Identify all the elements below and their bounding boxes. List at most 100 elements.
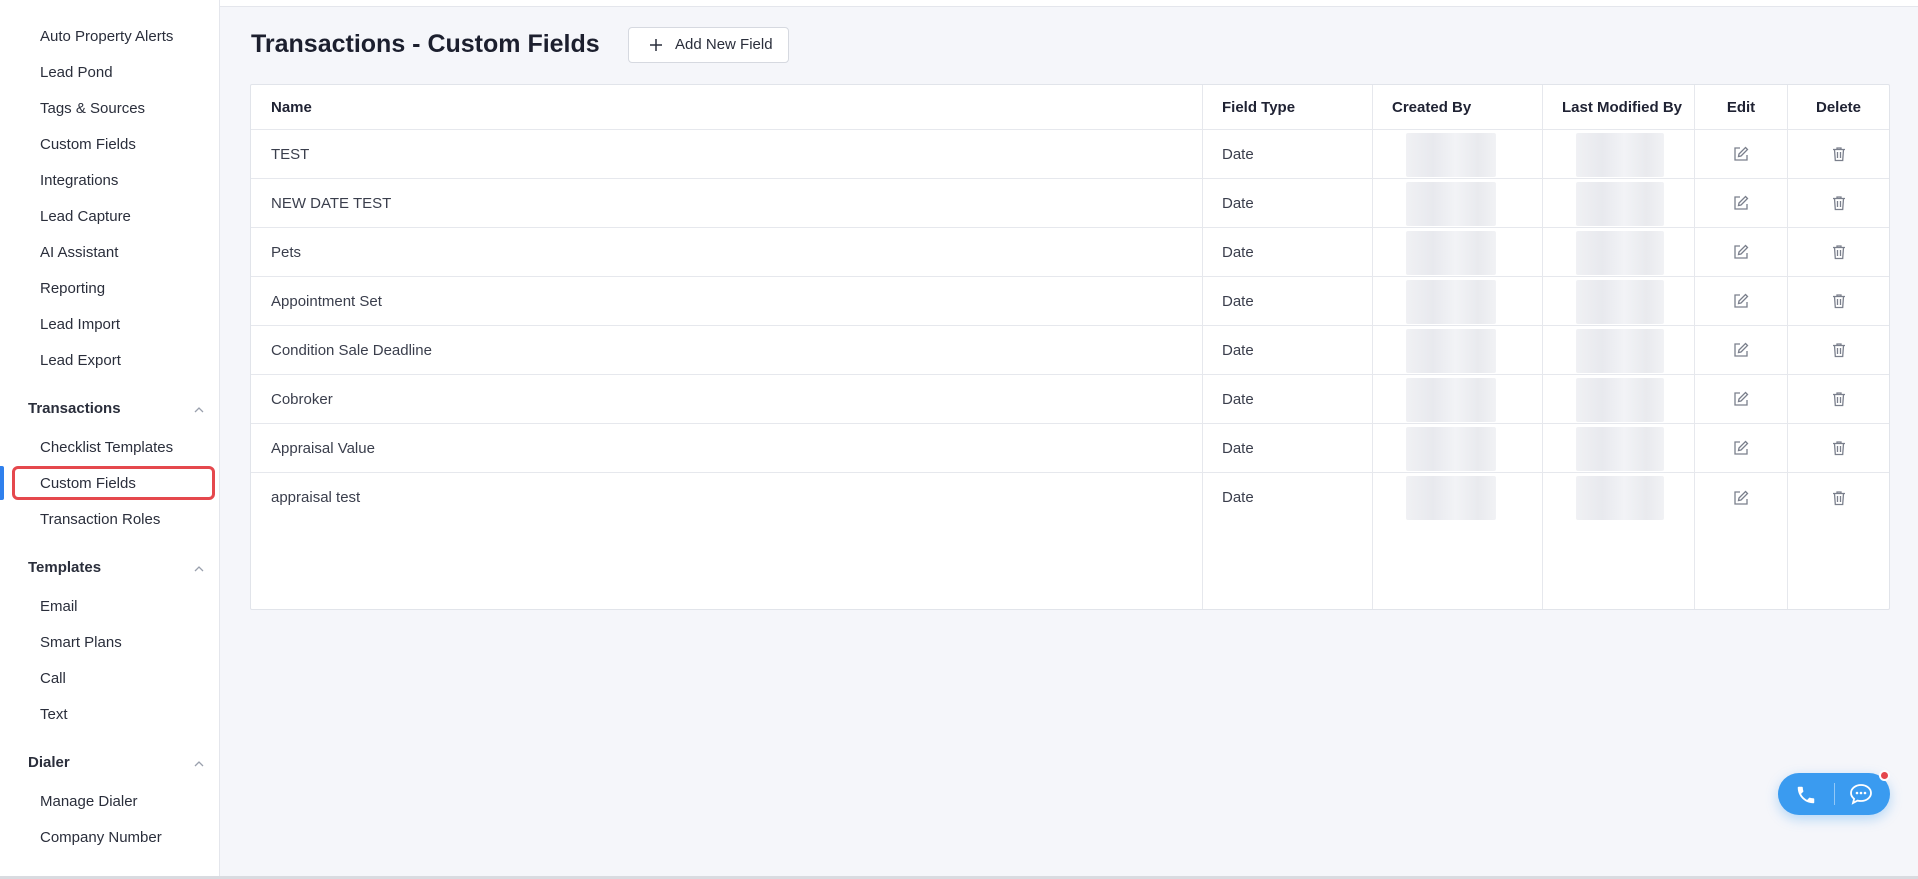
active-indicator [0, 466, 4, 500]
edit-icon[interactable] [1732, 292, 1750, 310]
table-row: Appraisal Value Date [251, 424, 1889, 473]
trash-icon[interactable] [1830, 243, 1848, 261]
sidebar-group-dialer[interactable]: Dialer [28, 750, 204, 776]
created-by-redacted [1406, 476, 1496, 520]
field-type: Date [1222, 390, 1254, 408]
modified-by-redacted [1576, 427, 1664, 471]
table-row: Cobroker Date [251, 375, 1889, 424]
sidebar-item-auto-property-alerts[interactable]: Auto Property Alerts [40, 24, 173, 50]
edit-cell [1695, 130, 1787, 178]
edit-icon[interactable] [1732, 145, 1750, 163]
trash-icon[interactable] [1830, 390, 1848, 408]
column-header-created-by[interactable]: Created By [1392, 85, 1471, 129]
modified-by-redacted [1576, 378, 1664, 422]
delete-cell [1788, 375, 1889, 423]
sidebar-group-title: Transactions [28, 400, 121, 417]
sidebar-item-call[interactable]: Call [40, 666, 66, 692]
created-by-redacted [1406, 280, 1496, 324]
sidebar-item-smart-plans[interactable]: Smart Plans [40, 630, 122, 656]
sidebar-group-title: Templates [28, 559, 102, 576]
trash-icon[interactable] [1830, 439, 1848, 457]
sidebar-group-title: Dialer [28, 754, 70, 771]
delete-cell [1788, 130, 1889, 178]
sidebar-item-lead-capture[interactable]: Lead Capture [40, 204, 131, 230]
trash-icon[interactable] [1830, 292, 1848, 310]
sidebar-item-checklist-templates[interactable]: Checklist Templates [40, 435, 173, 461]
sidebar-group-transactions[interactable]: Transactions [28, 396, 204, 422]
column-header-name[interactable]: Name [271, 85, 312, 129]
trash-icon[interactable] [1830, 145, 1848, 163]
sidebar-item-lead-pond[interactable]: Lead Pond [40, 60, 113, 86]
sidebar-item-transaction-roles[interactable]: Transaction Roles [40, 507, 160, 533]
field-type: Date [1222, 243, 1254, 261]
trash-icon[interactable] [1830, 341, 1848, 359]
settings-sidebar: Auto Property Alerts Lead Pond Tags & So… [0, 0, 220, 876]
sidebar-item-company-number[interactable]: Company Number [40, 825, 162, 851]
sidebar-item-lead-export[interactable]: Lead Export [40, 348, 121, 374]
sidebar-item-custom-fields[interactable]: Custom Fields [40, 132, 136, 158]
delete-cell [1788, 179, 1889, 227]
sidebar-item-lead-import[interactable]: Lead Import [40, 312, 120, 338]
edit-icon[interactable] [1732, 341, 1750, 359]
table-row: Pets Date [251, 228, 1889, 277]
created-by-redacted [1406, 378, 1496, 422]
edit-icon[interactable] [1732, 439, 1750, 457]
edit-cell [1695, 473, 1787, 522]
edit-cell [1695, 228, 1787, 276]
column-header-field-type[interactable]: Field Type [1222, 85, 1295, 129]
sidebar-item-ai-assistant[interactable]: AI Assistant [40, 240, 118, 266]
field-type: Date [1222, 341, 1254, 359]
field-name: Cobroker [271, 390, 333, 408]
chat-icon[interactable] [1849, 783, 1873, 805]
edit-icon[interactable] [1732, 390, 1750, 408]
delete-cell [1788, 424, 1889, 472]
created-by-redacted [1406, 182, 1496, 226]
add-new-field-label: Add New Field [675, 36, 773, 53]
modified-by-redacted [1576, 329, 1664, 373]
edit-cell [1695, 179, 1787, 227]
trash-icon[interactable] [1830, 489, 1848, 507]
table-header-row: Name Field Type Created By Last Modified… [251, 85, 1889, 130]
phone-icon[interactable] [1795, 784, 1817, 806]
created-by-redacted [1406, 427, 1496, 471]
table-row: Condition Sale Deadline Date [251, 326, 1889, 375]
sidebar-item-tags-sources[interactable]: Tags & Sources [40, 96, 145, 122]
field-type: Date [1222, 489, 1254, 506]
sidebar-item-manage-dialer[interactable]: Manage Dialer [40, 789, 138, 815]
sidebar-item-transaction-custom-fields[interactable]: Custom Fields [40, 471, 136, 497]
sidebar-group-templates[interactable]: Templates [28, 555, 204, 581]
modified-by-redacted [1576, 280, 1664, 324]
column-header-last-modified-by[interactable]: Last Modified By [1562, 85, 1682, 129]
plus-icon [650, 39, 662, 51]
field-type: Date [1222, 439, 1254, 457]
field-name: Appointment Set [271, 292, 382, 310]
sidebar-item-reporting[interactable]: Reporting [40, 276, 105, 302]
modified-by-redacted [1576, 476, 1664, 520]
main-content: Transactions - Custom Fields Add New Fie… [221, 8, 1918, 876]
chevron-up-icon [194, 761, 204, 767]
trash-icon[interactable] [1830, 194, 1848, 212]
sidebar-item-email[interactable]: Email [40, 594, 78, 620]
delete-cell [1788, 228, 1889, 276]
edit-icon[interactable] [1732, 243, 1750, 261]
sidebar-item-integrations[interactable]: Integrations [40, 168, 118, 194]
delete-cell [1788, 277, 1889, 325]
field-name: TEST [271, 145, 310, 163]
modified-by-redacted [1576, 182, 1664, 226]
created-by-redacted [1406, 231, 1496, 275]
page-title: Transactions - Custom Fields [251, 30, 600, 58]
field-name: appraisal test [271, 489, 361, 506]
field-name: Condition Sale Deadline [271, 341, 432, 359]
sidebar-item-text[interactable]: Text [40, 702, 68, 728]
add-new-field-button[interactable]: Add New Field [628, 27, 789, 63]
edit-icon[interactable] [1732, 489, 1750, 507]
field-name: Pets [271, 243, 302, 261]
edit-cell [1695, 277, 1787, 325]
column-header-delete: Delete [1815, 98, 1862, 116]
field-type: Date [1222, 292, 1254, 310]
edit-icon[interactable] [1732, 194, 1750, 212]
table-row: TEST Date [251, 130, 1889, 179]
custom-fields-table: Name Field Type Created By Last Modified… [250, 84, 1890, 610]
modified-by-redacted [1576, 231, 1664, 275]
chevron-up-icon [194, 566, 204, 572]
